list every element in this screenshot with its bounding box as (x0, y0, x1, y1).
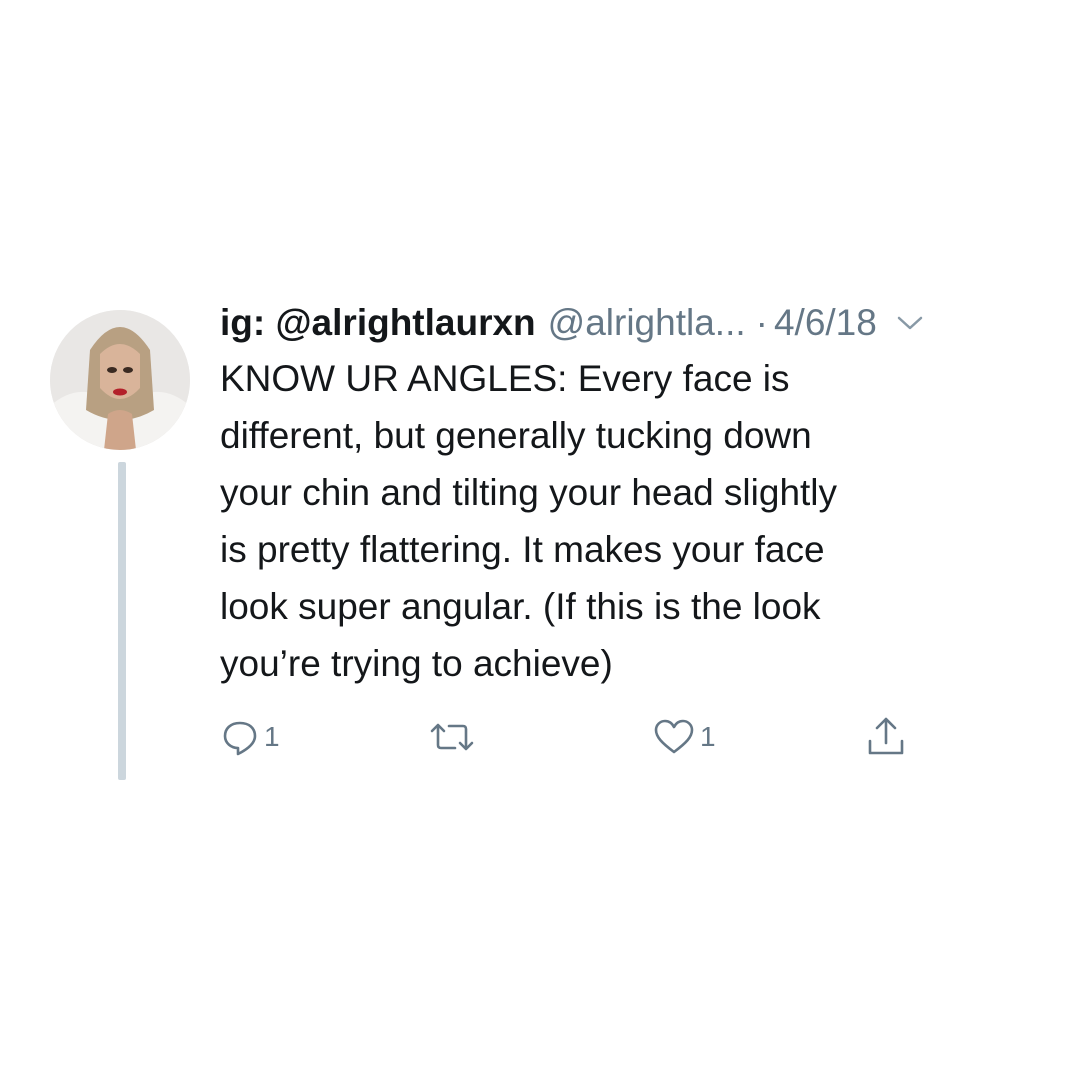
like-count: 1 (700, 721, 716, 752)
avatar-photo (50, 310, 190, 450)
separator-dot: · (755, 302, 768, 343)
thread-line (118, 462, 126, 780)
share-upload-icon (864, 715, 908, 759)
chevron-down-icon[interactable] (897, 315, 923, 331)
tweet: ig: @alrightlaurxn @alrightla... · 4/6/1… (0, 0, 1080, 1080)
reply-button[interactable]: 1 (220, 712, 280, 762)
retweet-button[interactable] (428, 712, 480, 762)
like-button[interactable]: 1 (652, 712, 716, 762)
retweet-arrows-icon (428, 717, 476, 757)
reply-count: 1 (264, 721, 280, 752)
user-handle[interactable]: @alrightla... (548, 296, 746, 350)
tweet-header: ig: @alrightlaurxn @alrightla... · 4/6/1… (220, 296, 1050, 350)
display-name[interactable]: ig: @alrightlaurxn (220, 296, 536, 350)
heart-icon (652, 717, 696, 757)
tweet-actions: 1 1 (220, 712, 980, 762)
speech-bubble-icon (220, 717, 260, 757)
tweet-date[interactable]: 4/6/18 (774, 296, 877, 350)
share-button[interactable] (864, 712, 912, 762)
tweet-text: KNOW UR ANGLES: Every face is different,… (220, 358, 838, 684)
avatar[interactable] (50, 310, 190, 450)
